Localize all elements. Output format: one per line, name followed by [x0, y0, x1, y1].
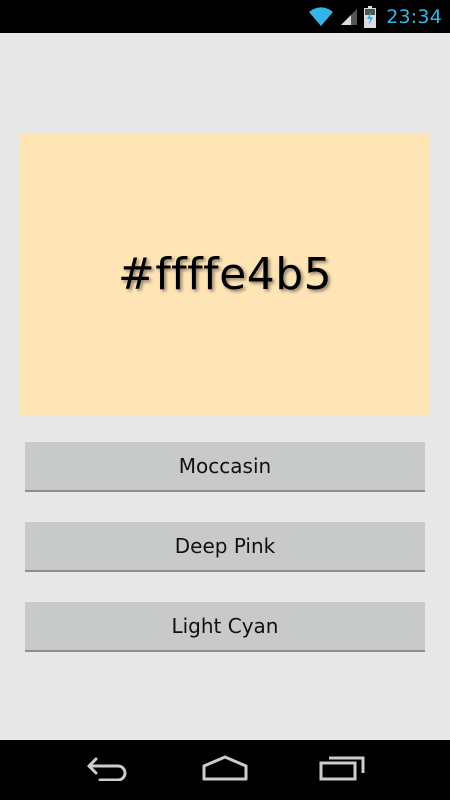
light-cyan-button[interactable]: Light Cyan [25, 602, 425, 652]
back-button[interactable] [78, 750, 138, 790]
home-icon [201, 755, 249, 785]
home-button[interactable] [195, 750, 255, 790]
recent-apps-icon [319, 755, 365, 785]
deep-pink-button[interactable]: Deep Pink [25, 522, 425, 572]
navigation-bar [0, 740, 450, 800]
color-swatch: #ffffe4b5 [20, 133, 430, 416]
status-clock: 23:34 [386, 5, 442, 28]
status-icons: 23:34 [308, 0, 442, 33]
wifi-icon [308, 6, 334, 27]
battery-charging-icon [364, 5, 377, 28]
main-content: #ffffe4b5 Moccasin Deep Pink Light Cyan [0, 33, 450, 740]
color-code-label: #ffffe4b5 [117, 249, 333, 300]
signal-icon [340, 8, 358, 26]
status-bar: 23:34 [0, 0, 450, 33]
back-icon [86, 755, 130, 785]
moccasin-button[interactable]: Moccasin [25, 442, 425, 492]
recent-apps-button[interactable] [312, 750, 372, 790]
